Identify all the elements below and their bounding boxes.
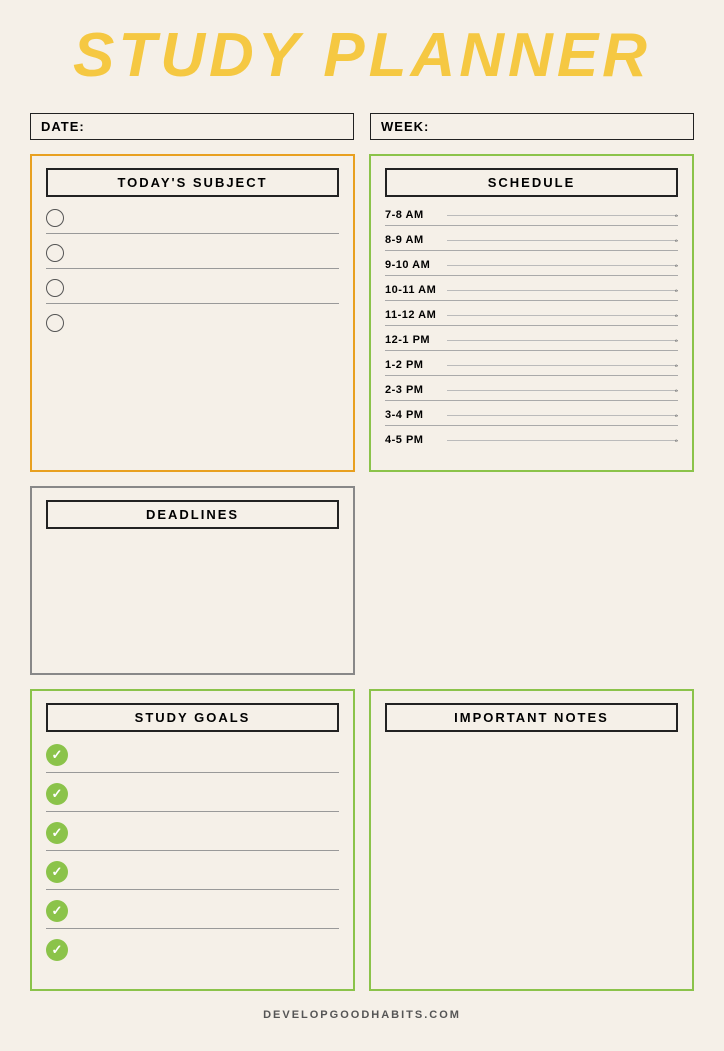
check-icon-1[interactable]: ✓: [46, 744, 68, 766]
main-grid: TODAY'S SUBJECT SCHEDULE 7-8 AM 8-9 AM: [30, 154, 694, 675]
bottom-grid: STUDY GOALS ✓ ✓ ✓ ✓ ✓ ✓ IMPORTANT NOTES: [30, 689, 694, 991]
date-week-row: DATE: WEEK:: [30, 113, 694, 140]
study-goals-section: STUDY GOALS ✓ ✓ ✓ ✓ ✓ ✓: [30, 689, 355, 991]
schedule-line: [447, 340, 678, 341]
schedule-row: 2-3 PM: [385, 384, 678, 401]
page-title: STUDY PLANNER: [73, 20, 651, 91]
check-icon-5[interactable]: ✓: [46, 900, 68, 922]
goal-line-6: [78, 950, 339, 951]
subject-item: [46, 209, 339, 234]
schedule-line: [447, 390, 678, 391]
schedule-line: [447, 315, 678, 316]
subject-item: [46, 244, 339, 269]
footer: DEVELOPGOODHABITS.COM: [263, 1009, 461, 1021]
time-label: 8-9 AM: [385, 234, 443, 246]
schedule-row: 4-5 PM: [385, 434, 678, 450]
goal-line-3: [78, 833, 339, 834]
goal-line-5: [78, 911, 339, 912]
schedule-row: 7-8 AM: [385, 209, 678, 226]
schedule-line: [447, 265, 678, 266]
time-label: 1-2 PM: [385, 359, 443, 371]
check-icon-3[interactable]: ✓: [46, 822, 68, 844]
time-label: 9-10 AM: [385, 259, 443, 271]
schedule-row: 10-11 AM: [385, 284, 678, 301]
schedule-header: SCHEDULE: [385, 168, 678, 197]
important-notes-header: IMPORTANT NOTES: [385, 703, 678, 732]
today-subject-header: TODAY'S SUBJECT: [46, 168, 339, 197]
deadlines-header: DEADLINES: [46, 500, 339, 529]
goal-item: ✓: [46, 744, 339, 773]
notes-content[interactable]: [385, 744, 678, 944]
goal-item: ✓: [46, 822, 339, 851]
schedule-section: SCHEDULE 7-8 AM 8-9 AM 9-10 AM 10-11 AM …: [369, 154, 694, 472]
schedule-row: 1-2 PM: [385, 359, 678, 376]
goal-item: ✓: [46, 783, 339, 812]
schedule-line: [447, 440, 678, 441]
schedule-row: 8-9 AM: [385, 234, 678, 251]
subject-line-4: [74, 323, 339, 324]
goal-line-2: [78, 794, 339, 795]
week-field[interactable]: WEEK:: [370, 113, 694, 140]
important-notes-section: IMPORTANT NOTES: [369, 689, 694, 991]
goal-line-1: [78, 755, 339, 756]
time-label: 3-4 PM: [385, 409, 443, 421]
date-field[interactable]: DATE:: [30, 113, 354, 140]
schedule-line: [447, 365, 678, 366]
deadlines-section: DEADLINES: [30, 486, 355, 675]
subject-line-3: [74, 288, 339, 289]
subject-item: [46, 314, 339, 338]
schedule-line: [447, 240, 678, 241]
circle-checkbox-4[interactable]: [46, 314, 64, 332]
deadlines-content[interactable]: [46, 541, 339, 661]
check-icon-2[interactable]: ✓: [46, 783, 68, 805]
today-subject-section: TODAY'S SUBJECT: [30, 154, 355, 472]
study-goals-header: STUDY GOALS: [46, 703, 339, 732]
time-label: 4-5 PM: [385, 434, 443, 446]
schedule-line: [447, 215, 678, 216]
circle-checkbox-3[interactable]: [46, 279, 64, 297]
time-label: 2-3 PM: [385, 384, 443, 396]
schedule-row: 11-12 AM: [385, 309, 678, 326]
subject-line-1: [74, 218, 339, 219]
circle-checkbox-2[interactable]: [46, 244, 64, 262]
schedule-row: 3-4 PM: [385, 409, 678, 426]
schedule-line: [447, 415, 678, 416]
check-icon-6[interactable]: ✓: [46, 939, 68, 961]
circle-checkbox-1[interactable]: [46, 209, 64, 227]
schedule-row: 9-10 AM: [385, 259, 678, 276]
subject-line-2: [74, 253, 339, 254]
time-label: 11-12 AM: [385, 309, 443, 321]
goal-item: ✓: [46, 861, 339, 890]
goal-item: ✓: [46, 900, 339, 929]
subject-item: [46, 279, 339, 304]
goal-line-4: [78, 872, 339, 873]
goal-item: ✓: [46, 939, 339, 967]
time-label: 10-11 AM: [385, 284, 443, 296]
schedule-line: [447, 290, 678, 291]
schedule-row: 12-1 PM: [385, 334, 678, 351]
check-icon-4[interactable]: ✓: [46, 861, 68, 883]
time-label: 7-8 AM: [385, 209, 443, 221]
time-label: 12-1 PM: [385, 334, 443, 346]
